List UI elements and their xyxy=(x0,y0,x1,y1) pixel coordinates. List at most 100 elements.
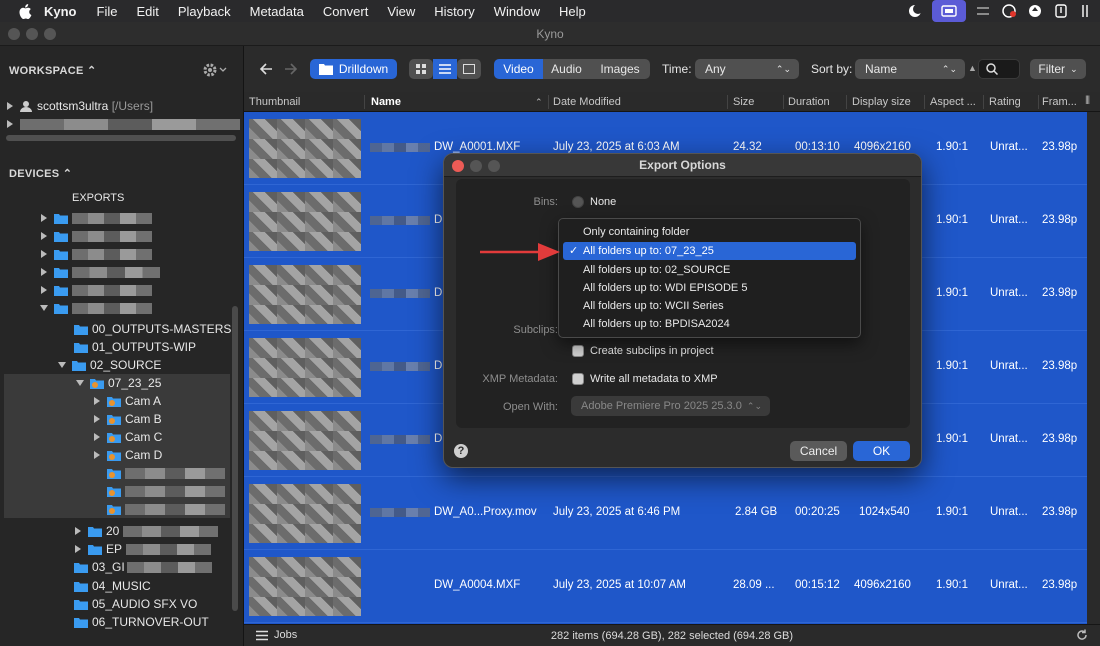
table-row[interactable]: DW_A0004.MXF July 23, 2025 at 10:07 AM 2… xyxy=(244,550,1087,623)
disclosure-right-icon[interactable] xyxy=(40,268,48,276)
time-select[interactable]: Any ⌃⌄ xyxy=(695,59,799,79)
bins-none-radio[interactable] xyxy=(572,196,584,208)
disclosure-right-icon[interactable] xyxy=(6,120,14,128)
write-xmp-checkbox[interactable] xyxy=(572,373,584,385)
tree-item-redacted-expanded[interactable] xyxy=(40,299,152,317)
filter-audio-button[interactable]: Audio xyxy=(543,59,590,79)
workspace-header[interactable]: WORKSPACE ⌃ xyxy=(9,64,97,77)
sidebar-toggle-icon[interactable] xyxy=(1074,0,1100,22)
minimize-window-button[interactable] xyxy=(26,28,38,40)
column-header-size[interactable]: Size xyxy=(733,96,754,108)
filter-video-button[interactable]: Video xyxy=(494,59,543,79)
control-grid-icon[interactable] xyxy=(970,0,996,22)
dropdown-option-bpdisa2024[interactable]: All folders up to: BPDISA2024 xyxy=(563,315,856,333)
workspace-item-redacted[interactable] xyxy=(6,115,240,133)
open-with-select[interactable]: Adobe Premiere Pro 2025 25.3.0 ⌃⌄ xyxy=(571,396,770,416)
dialog-close-button[interactable] xyxy=(452,160,464,172)
help-button[interactable]: ? xyxy=(454,444,468,458)
menu-history[interactable]: History xyxy=(434,4,474,19)
tree-item-redacted[interactable] xyxy=(40,281,152,299)
table-vertical-scrollbar[interactable] xyxy=(1087,112,1100,624)
tree-item-06-turnover-out[interactable]: 06_TURNOVER-OUT xyxy=(74,613,209,631)
menu-help[interactable]: Help xyxy=(559,4,586,19)
devices-header[interactable]: DEVICES ⌃ xyxy=(9,167,72,180)
column-header-date-modified[interactable]: Date Modified xyxy=(553,96,621,108)
workspace-item[interactable]: scottsm3ultra [/Users] xyxy=(6,97,153,115)
filter-button[interactable]: Filter ⌄ xyxy=(1030,59,1086,79)
column-divider[interactable] xyxy=(924,95,925,109)
tree-item-redacted[interactable] xyxy=(40,227,152,245)
tree-item-cam-c[interactable]: Cam C xyxy=(4,428,230,446)
column-menu-icon[interactable]: ⦀ xyxy=(1085,95,1090,108)
filter-images-button[interactable]: Images xyxy=(590,59,650,79)
column-header-name[interactable]: Name xyxy=(371,96,401,108)
tree-item-07-23-25[interactable]: 07_23_25 xyxy=(4,374,230,392)
table-row[interactable]: DW_A0...Proxy.mov July 23, 2025 at 6:46 … xyxy=(244,477,1087,550)
create-subclips-checkbox[interactable] xyxy=(572,345,584,357)
tree-item-ep[interactable]: EP xyxy=(74,540,212,558)
column-header-thumbnail[interactable]: Thumbnail xyxy=(249,96,300,108)
disclosure-right-icon[interactable] xyxy=(40,286,48,294)
screen-share-icon[interactable] xyxy=(932,0,966,22)
upload-icon[interactable] xyxy=(1022,0,1048,22)
tree-item-00-outputs-masters[interactable]: 00_OUTPUTS-MASTERS xyxy=(74,320,231,338)
tree-item-redacted[interactable] xyxy=(4,464,230,482)
apple-icon[interactable] xyxy=(18,3,32,19)
preview-view-button[interactable] xyxy=(457,59,481,79)
disclosure-right-icon[interactable] xyxy=(93,415,101,423)
column-divider[interactable] xyxy=(1038,95,1039,109)
menu-app-kyno[interactable]: Kyno xyxy=(44,4,77,19)
tree-item-04-music[interactable]: 04_MUSIC xyxy=(74,577,151,595)
column-divider[interactable] xyxy=(548,95,549,109)
forward-arrow-icon[interactable] xyxy=(284,62,298,76)
column-header-frame-rate[interactable]: Fram... xyxy=(1042,96,1077,108)
tree-item-exports[interactable]: EXPORTS xyxy=(72,192,124,204)
menu-file[interactable]: File xyxy=(97,4,118,19)
disclosure-right-icon[interactable] xyxy=(74,545,82,553)
tree-item-redacted[interactable] xyxy=(40,209,152,227)
column-header-rating[interactable]: Rating xyxy=(989,96,1021,108)
drilldown-button[interactable]: Drilldown xyxy=(310,59,397,79)
tree-item-03-gi[interactable]: 03_GI xyxy=(74,558,212,576)
tree-item-cam-a[interactable]: Cam A xyxy=(4,392,230,410)
tree-item-redacted[interactable] xyxy=(40,245,152,263)
menu-window[interactable]: Window xyxy=(494,4,540,19)
column-header-display-size[interactable]: Display size xyxy=(852,96,911,108)
refresh-icon[interactable] xyxy=(1076,629,1088,641)
dropdown-option-only-containing-folder[interactable]: Only containing folder xyxy=(563,223,856,241)
sidebar-vertical-scrollbar[interactable] xyxy=(232,306,238,611)
cancel-button[interactable]: Cancel xyxy=(790,441,847,461)
menu-view[interactable]: View xyxy=(387,4,415,19)
back-arrow-icon[interactable] xyxy=(259,62,273,76)
tree-item-redacted[interactable] xyxy=(4,500,230,518)
column-divider[interactable] xyxy=(364,95,365,109)
disclosure-right-icon[interactable] xyxy=(93,397,101,405)
dropdown-option-07-23-25[interactable]: ✓ All folders up to: 07_23_25 xyxy=(563,242,856,260)
tree-item-05-audio-sfx-vo[interactable]: 05_AUDIO SFX VO xyxy=(74,595,197,613)
grid-view-button[interactable] xyxy=(409,59,433,79)
disclosure-right-icon[interactable] xyxy=(40,232,48,240)
tree-item-01-outputs-wip[interactable]: 01_OUTPUTS-WIP xyxy=(74,338,196,356)
disclosure-down-icon[interactable] xyxy=(76,379,84,387)
sidebar-horizontal-scrollbar[interactable] xyxy=(6,135,236,141)
close-window-button[interactable] xyxy=(8,28,20,40)
column-header-aspect[interactable]: Aspect ... xyxy=(930,96,976,108)
halfmoon-icon[interactable] xyxy=(902,0,928,22)
dropdown-option-wdi-episode-5[interactable]: All folders up to: WDI EPISODE 5 xyxy=(563,279,856,297)
search-input[interactable] xyxy=(978,59,1020,79)
menu-edit[interactable]: Edit xyxy=(136,4,158,19)
menu-convert[interactable]: Convert xyxy=(323,4,369,19)
tree-item-cam-d[interactable]: Cam D xyxy=(4,446,230,464)
disclosure-down-icon[interactable] xyxy=(40,304,48,312)
column-divider[interactable] xyxy=(783,95,784,109)
menu-metadata[interactable]: Metadata xyxy=(250,4,304,19)
tree-item-20[interactable]: 20 xyxy=(74,522,219,540)
disclosure-right-icon[interactable] xyxy=(6,102,14,110)
disclosure-right-icon[interactable] xyxy=(93,433,101,441)
disclosure-right-icon[interactable] xyxy=(93,451,101,459)
disclosure-right-icon[interactable] xyxy=(40,214,48,222)
tree-item-redacted[interactable] xyxy=(4,482,230,500)
disclosure-right-icon[interactable] xyxy=(74,527,82,535)
sort-ascending-icon[interactable]: ▲ xyxy=(968,63,977,73)
zoom-window-button[interactable] xyxy=(44,28,56,40)
